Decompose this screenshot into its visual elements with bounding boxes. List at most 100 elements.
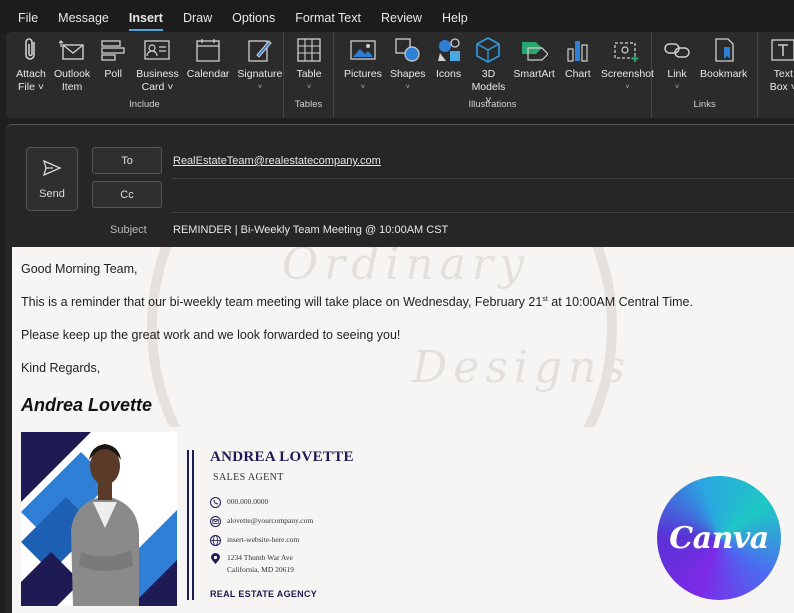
menu-format-text[interactable]: Format Text bbox=[285, 0, 371, 34]
chart-icon bbox=[563, 36, 593, 64]
canva-logo: Canva bbox=[657, 476, 781, 600]
card-website-row: insert-website-here.com bbox=[210, 535, 299, 546]
encouragement-line: Please keep up the great work and we loo… bbox=[21, 328, 401, 342]
menu-bar: File Message Insert Draw Options Format … bbox=[0, 0, 794, 34]
to-button[interactable]: To bbox=[92, 147, 162, 174]
include-group: Attach File ˅ Outlook Item Poll Business… bbox=[6, 32, 284, 118]
email-icon bbox=[210, 516, 221, 527]
link-label: Link bbox=[667, 68, 687, 80]
watermark-text-1: Ordinary bbox=[282, 247, 530, 290]
watermark-text-2: Designs bbox=[412, 342, 632, 393]
menu-insert[interactable]: Insert bbox=[119, 0, 173, 34]
menu-review[interactable]: Review bbox=[371, 0, 432, 34]
link-chevron: ˅ bbox=[674, 84, 680, 91]
table-label: Table bbox=[296, 68, 322, 80]
link-button[interactable]: Link ˅ bbox=[658, 36, 696, 94]
bookmark-icon bbox=[709, 36, 739, 64]
attach-file-label1: Attach bbox=[16, 68, 46, 80]
shapes-chevron: ˅ bbox=[405, 84, 410, 91]
icons-label: Icons bbox=[436, 68, 462, 80]
text-group: Text Box ˅ bbox=[758, 32, 794, 118]
calendar-label: Calendar bbox=[186, 68, 230, 80]
closing-line: Kind Regards, bbox=[21, 361, 101, 375]
table-button[interactable]: Table ˅ bbox=[290, 36, 328, 94]
poll-button[interactable]: Poll bbox=[94, 36, 132, 81]
card-name: ANDREA LOVETTE bbox=[210, 449, 354, 465]
phone-icon bbox=[210, 497, 221, 508]
signature-icon bbox=[245, 36, 275, 64]
to-recipient[interactable]: RealEstateTeam@realestatecompany.com bbox=[173, 155, 381, 167]
attach-file-button[interactable]: Attach File ˅ bbox=[12, 36, 50, 94]
card-agency: REAL ESTATE AGENCY bbox=[210, 589, 318, 599]
reminder-line: This is a reminder that our bi-weekly te… bbox=[21, 295, 693, 309]
smartart-button[interactable]: SmartArt bbox=[509, 36, 558, 81]
3d-models-button[interactable]: 3D Models ˅ bbox=[468, 36, 510, 107]
cube-icon bbox=[473, 36, 503, 64]
menu-help[interactable]: Help bbox=[432, 0, 478, 34]
menu-options[interactable]: Options bbox=[222, 0, 285, 34]
reminder-text-end: at 10:00AM Central Time. bbox=[547, 295, 693, 309]
bookmark-button[interactable]: Bookmark bbox=[696, 36, 751, 81]
business-card-label1: Business bbox=[136, 68, 179, 80]
message-body[interactable]: Ordinary Designs Good Morning Team, This… bbox=[12, 247, 794, 613]
pictures-label: Pictures bbox=[344, 68, 382, 80]
menu-file[interactable]: File bbox=[8, 0, 48, 34]
smartart-icon bbox=[519, 36, 549, 64]
outlook-item-label2: Item bbox=[61, 81, 83, 93]
illustrations-group-label: Illustrations bbox=[468, 99, 517, 110]
smartart-label: SmartArt bbox=[513, 68, 555, 80]
menu-message[interactable]: Message bbox=[48, 0, 119, 34]
card-email-row: alovette@yourcompany.com bbox=[210, 516, 313, 527]
card-phone: 000.000.0000 bbox=[227, 497, 269, 506]
cc-field-underline bbox=[172, 212, 794, 213]
send-button[interactable]: Send bbox=[26, 147, 78, 211]
paperclip-icon bbox=[16, 36, 46, 64]
screenshot-button[interactable]: Screenshot ˅ bbox=[597, 36, 658, 94]
cc-button[interactable]: Cc bbox=[92, 181, 162, 208]
3d-models-label1: 3D bbox=[481, 68, 496, 80]
business-card-label2: Card ˅ bbox=[141, 81, 174, 93]
text-box-button[interactable]: Text Box ˅ bbox=[764, 36, 794, 94]
tables-group-label: Tables bbox=[294, 99, 323, 110]
to-field-underline bbox=[172, 178, 794, 179]
shapes-icon bbox=[393, 36, 423, 64]
send-icon bbox=[42, 159, 62, 180]
card-email[interactable]: alovette@yourcompany.com bbox=[227, 516, 313, 525]
shapes-label: Shapes bbox=[389, 68, 426, 80]
card-address: 1234 Thumb War Ave California, MD 20619 bbox=[227, 553, 294, 574]
menu-draw[interactable]: Draw bbox=[173, 0, 222, 34]
shapes-button[interactable]: Shapes ˅ bbox=[386, 36, 430, 94]
agent-photo bbox=[21, 432, 177, 606]
pictures-icon bbox=[348, 36, 378, 64]
subject-field[interactable]: REMINDER | Bi-Weekly Team Meeting @ 10:0… bbox=[173, 224, 448, 236]
signature-label1: Signature bbox=[237, 68, 283, 80]
outlook-item-button[interactable]: Outlook Item bbox=[50, 36, 94, 94]
chart-button[interactable]: Chart bbox=[559, 36, 597, 81]
tables-group: Table ˅ Tables bbox=[284, 32, 334, 118]
link-icon bbox=[662, 36, 692, 64]
icons-button[interactable]: Icons bbox=[430, 36, 468, 81]
signature-card: ANDREA LOVETTE SALES AGENT 000.000.0000 … bbox=[21, 432, 641, 607]
business-card-button[interactable]: Business Card ˅ bbox=[132, 36, 183, 94]
pictures-chevron: ˅ bbox=[360, 84, 366, 91]
globe-icon bbox=[210, 535, 221, 546]
table-chevron: ˅ bbox=[306, 84, 312, 91]
signature-name: Andrea Lovette bbox=[21, 395, 153, 415]
card-address-line1: 1234 Thumb War Ave bbox=[227, 553, 293, 562]
card-address-line2: California, MD 20619 bbox=[227, 565, 294, 574]
attach-file-label2: File ˅ bbox=[18, 81, 44, 93]
send-label: Send bbox=[39, 187, 65, 200]
icons-icon bbox=[434, 36, 464, 64]
links-group: Link ˅ Bookmark Links bbox=[652, 32, 759, 118]
text-box-label1: Text bbox=[773, 68, 793, 80]
calendar-button[interactable]: Calendar bbox=[183, 36, 234, 81]
screenshot-label: Screenshot bbox=[600, 68, 654, 80]
poll-icon bbox=[98, 36, 128, 64]
canva-logo-text: Canva bbox=[669, 520, 769, 556]
table-icon bbox=[294, 36, 324, 64]
screenshot-icon bbox=[612, 36, 642, 64]
signature-button[interactable]: Signature ˅ bbox=[233, 36, 286, 94]
card-website[interactable]: insert-website-here.com bbox=[227, 535, 299, 544]
pictures-button[interactable]: Pictures ˅ bbox=[340, 36, 386, 94]
outlook-item-label1: Outlook bbox=[54, 68, 91, 80]
